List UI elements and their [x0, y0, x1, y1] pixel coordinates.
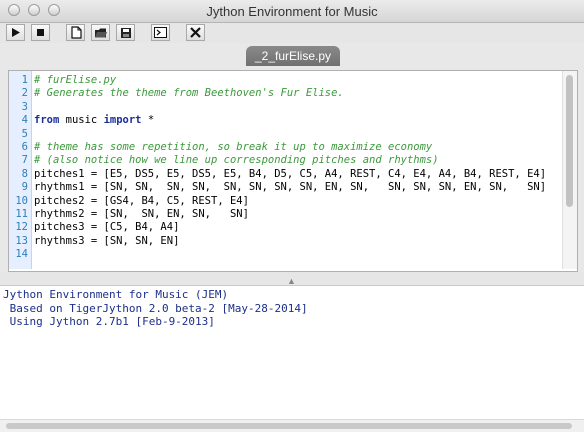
console-lines: Jython Environment for Music (JEM) Based…	[0, 286, 584, 329]
editor-vertical-scrollbar[interactable]	[562, 71, 577, 269]
line-content: rhythms3 = [SN, SN, EN]	[34, 235, 179, 247]
code-line: 9 rhythms1 = [SN, SN, SN, SN, SN, SN, SN,…	[9, 181, 561, 194]
editor-scroll-thumb[interactable]	[566, 75, 573, 207]
save-icon	[120, 27, 131, 38]
console-output[interactable]: Jython Environment for Music (JEM) Based…	[0, 285, 584, 432]
line-content: # Generates the theme from Beethoven's F…	[34, 87, 344, 99]
line-number: 7	[21, 154, 28, 167]
code-line: 14	[9, 248, 561, 261]
code-text: rhythms2 = [SN, SN, EN, SN, SN]	[34, 207, 249, 220]
terminal-button[interactable]	[151, 24, 170, 41]
code-comment: # theme has some repetition, so break it…	[34, 140, 433, 153]
line-content: # theme has some repetition, so break it…	[34, 141, 432, 153]
line-number: 8	[21, 167, 28, 180]
line-content: rhythms2 = [SN, SN, EN, SN, SN]	[34, 208, 249, 220]
code-text: pitches2 = [GS4, B4, C5, REST, E4]	[34, 194, 249, 207]
run-button[interactable]	[6, 24, 25, 41]
code-line: 7 # (also notice how we line up correspon…	[9, 154, 561, 167]
line-content: # (also notice how we line up correspond…	[34, 154, 439, 166]
code-lines: 1 # furElise.py 2 # Generates the theme fro…	[9, 74, 561, 261]
code-text: music	[59, 114, 104, 127]
console-scroll-thumb[interactable]	[6, 423, 572, 429]
line-number: 14	[15, 248, 28, 261]
save-file-button[interactable]	[116, 24, 135, 41]
code-comment: # furElise.py	[34, 74, 117, 86]
line-number: 9	[21, 181, 28, 194]
toolbar	[0, 23, 584, 43]
code-keyword: from	[34, 114, 60, 127]
open-file-button[interactable]	[91, 24, 110, 41]
new-file-button[interactable]	[66, 24, 85, 41]
window-title: Jython Environment for Music	[206, 4, 378, 19]
code-line: 12 pitches3 = [C5, B4, A4]	[9, 221, 561, 234]
code-text: pitches3 = [C5, B4, A4]	[34, 221, 180, 234]
line-content: pitches2 = [GS4, B4, C5, REST, E4]	[34, 195, 249, 207]
tab-bar: _2_furElise.py	[0, 43, 584, 67]
code-text: rhythms1 = [SN, SN, SN, SN, SN, SN, SN, …	[34, 181, 547, 194]
line-content: # furElise.py	[34, 74, 116, 86]
line-content: rhythms1 = [SN, SN, SN, SN, SN, SN, SN, …	[34, 181, 546, 193]
code-line: 5	[9, 128, 561, 141]
code-line: 4 from music import *	[9, 114, 561, 127]
code-line: 2 # Generates the theme from Beethoven's …	[9, 87, 561, 100]
pane-splitter[interactable]: ▲	[0, 272, 584, 286]
line-content: from music import *	[34, 114, 154, 126]
code-keyword: import	[103, 114, 142, 127]
code-comment: # Generates the theme from Beethoven's F…	[34, 87, 344, 100]
code-line: 6 # theme has some repetition, so break i…	[9, 141, 561, 154]
code-line: 3	[9, 101, 561, 114]
console-line: Using Jython 2.7b1 [Feb-9-2013]	[3, 315, 215, 328]
line-content: pitches1 = [E5, DS5, E5, DS5, E5, B4, D5…	[34, 168, 546, 180]
code-text: rhythms3 = [SN, SN, EN]	[34, 234, 180, 247]
stop-icon	[37, 29, 44, 36]
line-content: pitches3 = [C5, B4, A4]	[34, 221, 179, 233]
line-number: 12	[15, 221, 28, 234]
title-bar: Jython Environment for Music	[0, 0, 584, 23]
code-text: *	[141, 114, 155, 127]
console-line: Based on TigerJython 2.0 beta-2 [May-28-…	[3, 301, 308, 315]
code-comment: # (also notice how we line up correspond…	[34, 154, 439, 167]
line-number: 10	[15, 194, 28, 207]
line-number: 3	[21, 100, 28, 113]
line-number: 4	[21, 114, 28, 127]
terminal-icon	[154, 27, 167, 38]
code-line: 8 pitches1 = [E5, DS5, E5, DS5, E5, B4, D…	[9, 168, 561, 181]
tab-furelise[interactable]: _2_furElise.py	[246, 46, 340, 66]
code-editor[interactable]: 1 # furElise.py 2 # Generates the theme fro…	[8, 70, 578, 272]
code-text: pitches1 = [E5, DS5, E5, DS5, E5, B4, D5…	[34, 167, 547, 180]
tools-icon	[190, 27, 201, 38]
line-number: 5	[21, 127, 28, 140]
stop-button[interactable]	[31, 24, 50, 41]
console-line: Jython Environment for Music (JEM)	[3, 288, 229, 301]
line-number: 1	[21, 74, 28, 86]
line-number: 13	[15, 234, 28, 247]
play-icon	[12, 28, 20, 37]
console-horizontal-scrollbar[interactable]	[0, 419, 584, 432]
code-line: 11 rhythms2 = [SN, SN, EN, SN, SN]	[9, 208, 561, 221]
line-number: 11	[15, 207, 28, 220]
code-line: 13 rhythms3 = [SN, SN, EN]	[9, 235, 561, 248]
new-file-icon	[70, 26, 82, 39]
tools-button[interactable]	[186, 24, 205, 41]
folder-icon	[94, 28, 107, 37]
code-line: 1 # furElise.py	[9, 74, 561, 87]
code-line: 10 pitches2 = [GS4, B4, C5, REST, E4]	[9, 195, 561, 208]
line-number: 6	[21, 140, 28, 153]
line-number: 2	[21, 87, 28, 100]
